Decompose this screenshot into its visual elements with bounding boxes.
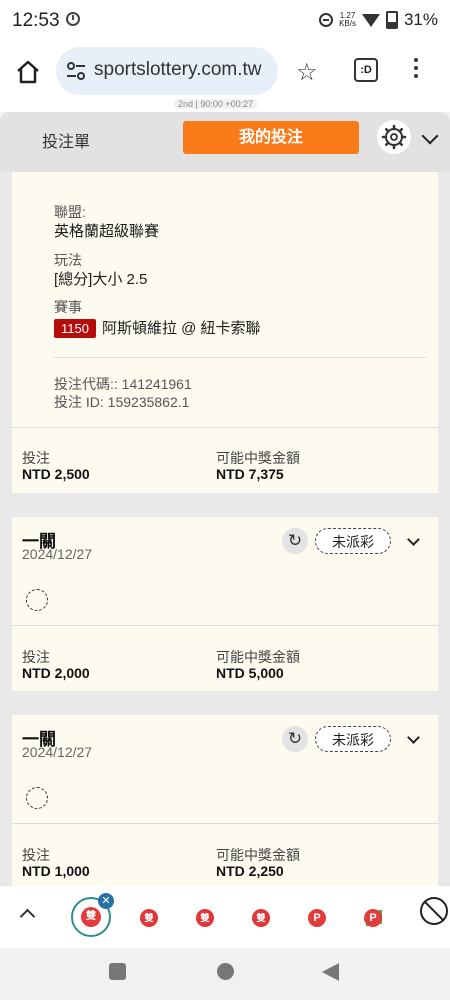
refresh-icon[interactable]: ↻ bbox=[282, 528, 308, 554]
bet-date: 2024/12/27 bbox=[22, 546, 93, 562]
payout-value: NTD 7,375 bbox=[216, 466, 284, 482]
league-value: 英格蘭超級聯賽 bbox=[54, 223, 160, 240]
alarm-clock-icon bbox=[66, 12, 80, 26]
loading-spinner-icon bbox=[26, 787, 48, 809]
my-bets-list[interactable]: 聯盟: 英格蘭超級聯賽 玩法 [總分]大小 2.5 賽事 1150 阿斯頓維拉 @… bbox=[0, 172, 450, 886]
mute-icon[interactable] bbox=[420, 897, 448, 925]
payout-label: 可能中獎金額 bbox=[216, 847, 300, 863]
system-navigation-bar bbox=[0, 948, 450, 1000]
settings-button[interactable] bbox=[377, 120, 411, 154]
net-speed: 1.27 KB/s bbox=[339, 12, 356, 28]
stake-label: 投注 bbox=[22, 649, 50, 665]
event-label: 賽事 bbox=[54, 299, 82, 315]
event-value: 阿斯頓維拉 @ 紐卡索聯 bbox=[101, 320, 261, 337]
payout-label: 可能中獎金額 bbox=[216, 649, 300, 665]
play-label: 玩法 bbox=[54, 252, 82, 268]
close-icon[interactable]: ✕ bbox=[98, 893, 114, 909]
browser-toolbar: sportslottery.com.tw bbox=[0, 42, 450, 102]
chevron-down-icon[interactable] bbox=[407, 533, 420, 546]
site-favicon-icon[interactable]: 雙 bbox=[140, 909, 158, 927]
net-speed-unit: KB/s bbox=[339, 19, 356, 28]
bet-card[interactable]: 一關 2024/12/27 ↻ 未派彩 投注 NTD 1,000 可能中獎金額 … bbox=[12, 715, 438, 886]
stake-label: 投注 bbox=[22, 847, 50, 863]
refresh-icon[interactable]: ↻ bbox=[282, 726, 308, 752]
status-time: 12:53 bbox=[12, 10, 60, 31]
tab-switcher-icon[interactable]: :D bbox=[354, 58, 378, 82]
chevron-up-icon[interactable] bbox=[19, 908, 36, 925]
league-label: 聯盟: bbox=[54, 204, 86, 220]
chevron-down-icon[interactable] bbox=[421, 127, 439, 145]
stake-label: 投注 bbox=[22, 450, 50, 466]
back-icon[interactable] bbox=[322, 963, 339, 981]
pinterest-icon[interactable]: P bbox=[364, 909, 382, 927]
overflow-menu-icon[interactable] bbox=[414, 58, 420, 82]
url-text: sportslottery.com.tw bbox=[94, 59, 262, 80]
card-divider bbox=[12, 625, 438, 626]
chevron-down-icon[interactable] bbox=[407, 731, 420, 744]
bet-card[interactable]: 一關 2024/12/27 ↻ 未派彩 投注 NTD 2,000 可能中獎金額 … bbox=[12, 517, 438, 691]
bet-id: 投注 ID: 159235862.1 bbox=[54, 394, 190, 410]
site-settings-icon[interactable] bbox=[66, 61, 86, 81]
card-divider bbox=[12, 427, 438, 428]
match-time-peek: 2nd | 90:00 +00:27 bbox=[174, 99, 258, 109]
event-code-badge: 1150 bbox=[54, 319, 96, 338]
wifi-icon bbox=[361, 13, 380, 27]
site-favicon-icon[interactable]: 雙 bbox=[252, 909, 270, 927]
stake-value: NTD 2,500 bbox=[22, 466, 90, 482]
play-value: [總分]大小 2.5 bbox=[54, 271, 148, 288]
battery-percent: 31% bbox=[403, 10, 438, 29]
stake-value: NTD 2,000 bbox=[22, 665, 90, 681]
tab-betslip[interactable]: 投注單 bbox=[42, 128, 90, 152]
payout-value: NTD 2,250 bbox=[216, 863, 284, 879]
battery-icon bbox=[385, 11, 398, 29]
bet-card-expanded: 聯盟: 英格蘭超級聯賽 玩法 [總分]大小 2.5 賽事 1150 阿斯頓維拉 @… bbox=[12, 172, 438, 493]
settlement-status: 未派彩 bbox=[315, 528, 391, 554]
settlement-status: 未派彩 bbox=[315, 726, 391, 752]
loading-spinner-icon bbox=[26, 589, 48, 611]
home-button-icon[interactable] bbox=[217, 963, 234, 980]
gear-icon bbox=[381, 124, 407, 150]
payout-label: 可能中獎金額 bbox=[216, 450, 300, 466]
bet-code: 投注代碼:: 141241961 bbox=[54, 376, 192, 392]
site-favicon-icon[interactable]: 雙 bbox=[196, 909, 214, 927]
card-divider bbox=[12, 823, 438, 824]
home-icon[interactable] bbox=[14, 58, 42, 86]
bet-panel-header: 投注單 我的投注 bbox=[0, 112, 450, 172]
pinterest-icon[interactable]: P bbox=[308, 909, 326, 927]
tab-toolbar: 雙 ✕ 雙 雙 雙 P P bbox=[0, 886, 450, 948]
recent-apps-icon[interactable] bbox=[109, 963, 126, 980]
tab-my-bets[interactable]: 我的投注 bbox=[183, 121, 359, 154]
bookmark-star-icon[interactable]: ☆ bbox=[296, 58, 318, 87]
inner-divider bbox=[54, 357, 426, 358]
do-not-disturb-icon bbox=[319, 13, 334, 27]
event-row: 1150 阿斯頓維拉 @ 紐卡索聯 bbox=[54, 317, 261, 338]
stake-value: NTD 1,000 bbox=[22, 863, 90, 879]
payout-value: NTD 5,000 bbox=[216, 665, 284, 681]
status-indicators: 1.27 KB/s 31% bbox=[319, 10, 438, 30]
status-bar: 12:53 1.27 KB/s 31% bbox=[0, 0, 450, 42]
bet-date: 2024/12/27 bbox=[22, 744, 93, 760]
url-bar[interactable]: sportslottery.com.tw bbox=[56, 47, 278, 95]
site-favicon-icon: 雙 bbox=[81, 907, 101, 927]
